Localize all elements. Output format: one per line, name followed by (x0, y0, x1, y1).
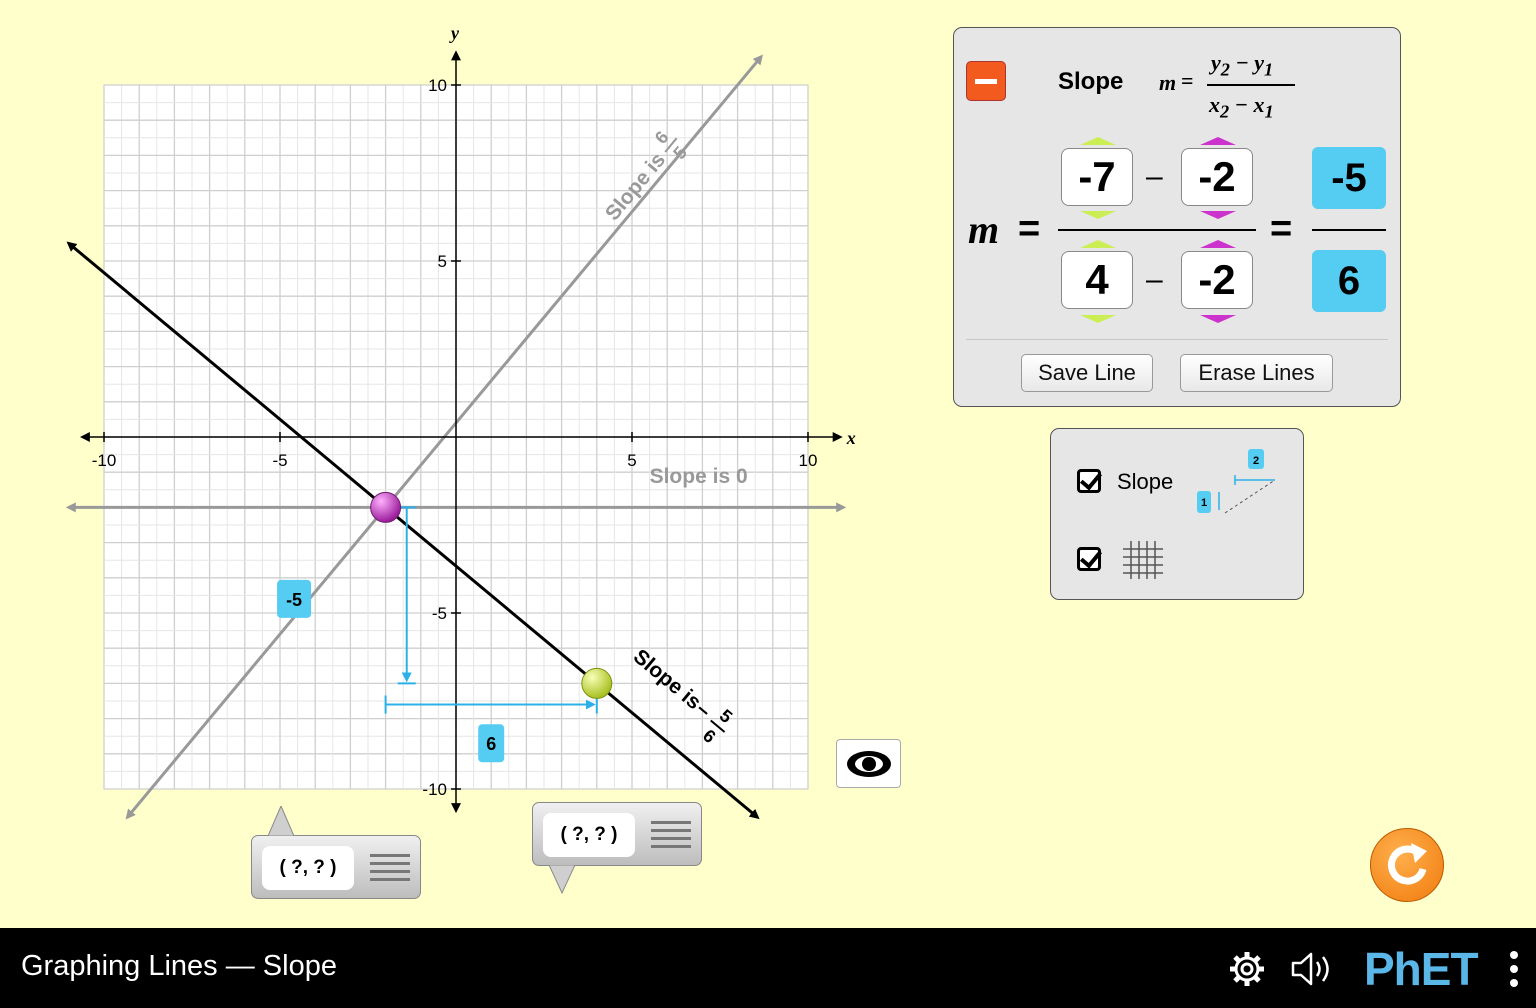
divider (966, 339, 1388, 340)
point-1-handle[interactable] (370, 491, 402, 523)
y-tick-label: -10 (422, 780, 447, 799)
eye-toggle-button[interactable] (836, 739, 901, 788)
reset-all-button[interactable] (1370, 828, 1444, 902)
x2-increment[interactable] (1080, 240, 1116, 248)
y-tick-label: 10 (428, 76, 447, 95)
minus-sign: – (1146, 160, 1163, 193)
run-label: 6 (486, 734, 496, 754)
x1-increment[interactable] (1200, 240, 1236, 248)
options-panel: Slope 2 1 (1050, 428, 1304, 600)
slope-equation-panel: Slope m = y2 − y1 x2 − x1 m = -7 – -2 4 … (953, 27, 1401, 407)
panel-title: Slope (1058, 68, 1124, 95)
equals-sign: = (1270, 208, 1293, 250)
point-2-handle[interactable] (581, 667, 613, 699)
reset-icon (1388, 843, 1427, 885)
phet-logo[interactable]: PhET (1364, 942, 1479, 996)
x-tick-label: -5 (272, 451, 287, 470)
point-tool-left[interactable]: ( ?, ? ) (251, 835, 421, 899)
equals-sign: = (1018, 208, 1041, 250)
svg-text:1: 1 (1201, 497, 1207, 509)
m-label: m (968, 207, 1000, 252)
sound-icon[interactable] (1290, 950, 1336, 988)
result-numerator: -5 (1312, 147, 1386, 209)
point-tool-coordinates: ( ?, ? ) (262, 846, 354, 890)
more-options-icon[interactable] (1506, 948, 1522, 992)
y-tick-label: -5 (432, 604, 447, 623)
x-tick-label: 5 (627, 451, 636, 470)
point-tool-left-pointer (268, 806, 294, 836)
y-tick-label: 5 (438, 252, 447, 271)
erase-lines-button[interactable]: Erase Lines (1180, 354, 1333, 392)
graph-area: xy-10 -5 5 10105-5-10 Slope is65Slope is 0S… (65, 23, 856, 820)
x2-decrement[interactable] (1080, 315, 1116, 323)
zero-slope-label: Slope is 0 (650, 465, 748, 488)
grid-checkbox[interactable] (1077, 547, 1101, 571)
y1-increment[interactable] (1200, 137, 1236, 145)
slope-icon: 2 1 (1197, 449, 1276, 514)
y2-decrement[interactable] (1080, 211, 1116, 219)
collapse-button[interactable] (966, 61, 1006, 101)
sim-title: Graphing Lines — Slope (21, 950, 337, 982)
x-tick-label: -10 (92, 451, 117, 470)
y2-spinner[interactable]: -7 (1061, 148, 1133, 206)
x1-spinner[interactable]: -2 (1181, 251, 1253, 309)
x-tick-label: 10 (799, 451, 818, 470)
y2-increment[interactable] (1080, 137, 1116, 145)
result-denominator: 6 (1312, 250, 1386, 312)
x1-decrement[interactable] (1200, 315, 1236, 323)
eye-icon (847, 751, 891, 777)
slope-checkbox-label: Slope (1117, 469, 1174, 494)
point-tool-coordinates: ( ?, ? ) (543, 813, 635, 857)
point-tool-right[interactable]: ( ?, ? ) (532, 802, 702, 866)
point-tool-right-pointer (549, 865, 575, 895)
navigation-bar: Graphing Lines — Slope PhET (0, 928, 1536, 1008)
minus-sign: – (1146, 263, 1163, 296)
y1-spinner[interactable]: -2 (1181, 148, 1253, 206)
y-axis-label: y (449, 23, 460, 43)
gear-icon[interactable] (1228, 950, 1266, 988)
result-fraction-bar (1312, 229, 1386, 231)
save-line-button[interactable]: Save Line (1021, 354, 1153, 392)
slope-checkbox[interactable] (1077, 469, 1101, 493)
y1-decrement[interactable] (1200, 211, 1236, 219)
minus-icon (975, 79, 997, 84)
x-axis-label: x (846, 428, 856, 448)
slope-formula: m = y2 − y1 x2 − x1 (1159, 48, 1309, 128)
x2-spinner[interactable]: 4 (1061, 251, 1133, 309)
fraction-bar (1058, 229, 1256, 231)
grid-icon (1123, 541, 1163, 579)
svg-text:2: 2 (1253, 455, 1259, 467)
rise-label: -5 (286, 590, 302, 610)
